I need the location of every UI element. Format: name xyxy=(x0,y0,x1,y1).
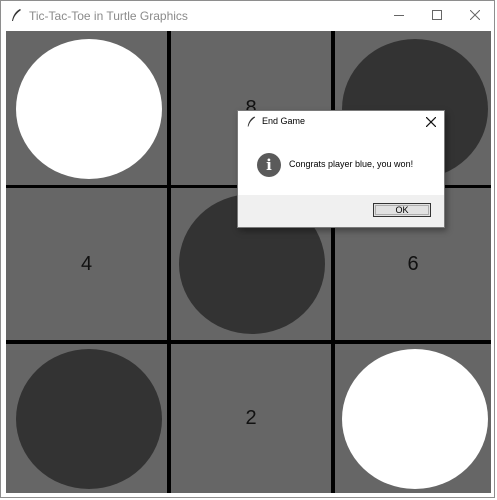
board-cell-2[interactable]: 2 xyxy=(171,344,331,493)
title-bar[interactable]: Tic-Tac-Toe in Turtle Graphics xyxy=(1,1,494,30)
maximize-icon xyxy=(432,10,442,20)
feather-icon xyxy=(12,9,21,21)
end-game-dialog: End Game i Congrats player blue, you won… xyxy=(237,110,445,228)
dialog-message: Congrats player blue, you won! xyxy=(289,159,414,169)
cell-number: 2 xyxy=(245,407,257,429)
maximize-button[interactable] xyxy=(418,1,456,30)
close-button[interactable] xyxy=(456,1,494,30)
ok-button[interactable]: OK xyxy=(373,203,431,217)
close-icon xyxy=(426,117,436,127)
cell-number xyxy=(335,344,491,493)
minimize-icon xyxy=(394,15,404,16)
cell-number xyxy=(6,31,167,185)
grid-line-horizontal xyxy=(6,340,491,344)
dialog-title: End Game xyxy=(262,116,306,126)
board-cell-7[interactable] xyxy=(6,31,167,185)
info-icon: i xyxy=(257,153,281,177)
close-icon xyxy=(470,10,480,20)
window-title: Tic-Tac-Toe in Turtle Graphics xyxy=(29,9,188,23)
board-cell-4[interactable]: 4 xyxy=(6,188,167,340)
turtle-canvas[interactable]: 8 4 6 2 xyxy=(6,31,491,493)
cell-number xyxy=(6,344,167,493)
minimize-button[interactable] xyxy=(380,1,418,30)
grid-line-vertical xyxy=(167,31,171,493)
cell-number: 4 xyxy=(80,252,93,275)
main-window: Tic-Tac-Toe in Turtle Graphics 8 4 6 2 xyxy=(0,0,495,498)
board-cell-1[interactable] xyxy=(6,344,167,493)
dialog-body: i Congrats player blue, you won! xyxy=(238,133,444,195)
dialog-title-bar[interactable]: End Game xyxy=(238,111,444,133)
dialog-close-button[interactable] xyxy=(422,112,440,132)
grid-line-vertical xyxy=(331,31,335,493)
feather-icon xyxy=(247,116,256,127)
board-cell-3[interactable] xyxy=(335,344,491,493)
